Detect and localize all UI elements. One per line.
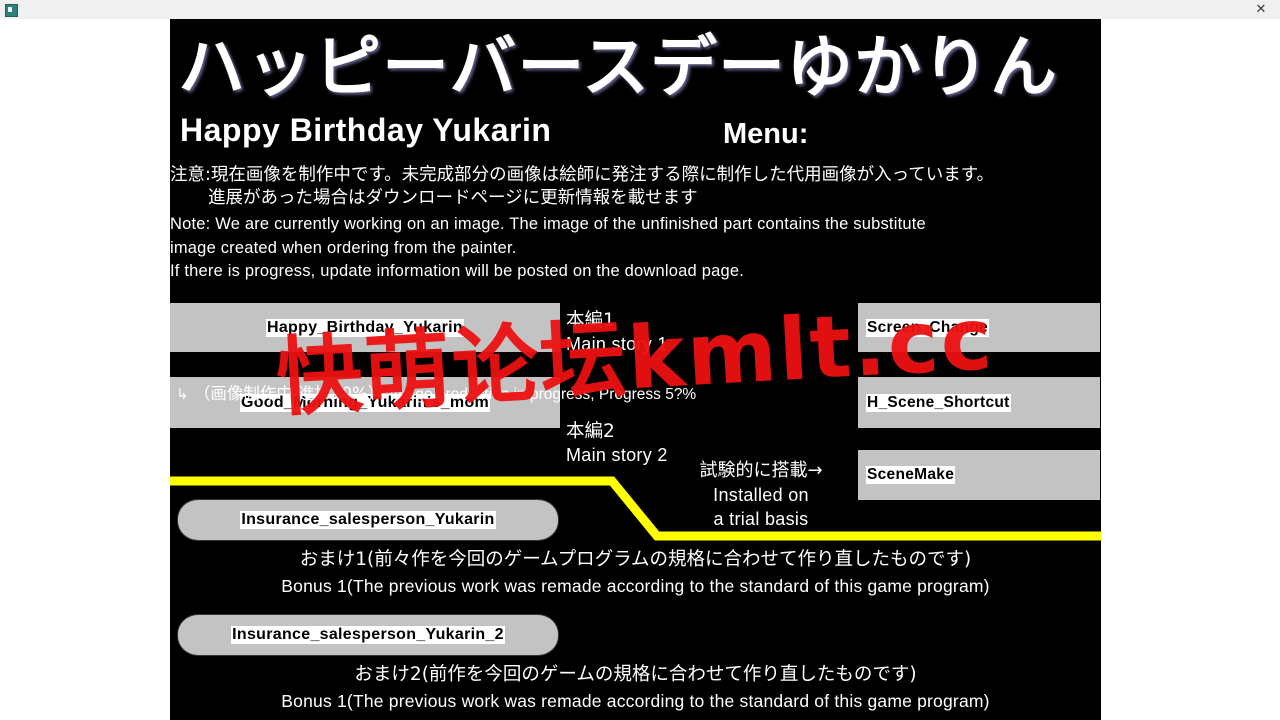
screen-change-button-label: Screen_Change xyxy=(866,318,990,337)
notice-en-line-2: image created when ordering from the pai… xyxy=(170,238,517,257)
bonus-2-caption-en: Bonus 1(The previous work was remade acc… xyxy=(281,691,990,711)
trial-basis-note: 試験的に搭載→ Installed on a trial basis xyxy=(670,459,852,531)
trial-note-en-line-2: a trial basis xyxy=(713,509,809,529)
screen-change-button[interactable]: Screen_Change xyxy=(858,303,1100,352)
scenemake-button[interactable]: SceneMake xyxy=(858,450,1100,500)
bonus-1-button-label: Insurance_salesperson_Yukarin xyxy=(240,511,496,529)
trial-note-jp: 試験的に搭載→ xyxy=(699,460,823,481)
bonus-2-button-label: Insurance_salesperson_Yukarin_2 xyxy=(231,626,505,644)
notice-en-line-1: Note: We are currently working on an ima… xyxy=(170,215,926,233)
bonus-1-caption-jp: おまけ1(前々作を今回のゲームプログラムの規格に合わせて作り直したものです) xyxy=(299,549,972,570)
menu-heading: Menu: xyxy=(723,118,809,150)
happy-birthday-button-label: Happy_Birthday_Yukarin xyxy=(266,318,464,337)
chapter-2-jp: 本編2 xyxy=(566,421,615,442)
h-scene-shortcut-button[interactable]: H_Scene_Shortcut xyxy=(858,377,1100,428)
screen: ✕ ハッピーバースデーゆかりん Happy Birthday Yukarin M… xyxy=(0,0,1280,720)
notice-jp-line-2: 進展があった場合はダウンロードページに更新情報を載せます xyxy=(208,188,698,208)
close-icon[interactable]: ✕ xyxy=(1252,1,1270,18)
h-scene-shortcut-button-label: H_Scene_Shortcut xyxy=(866,393,1011,412)
app-icon xyxy=(5,4,18,17)
bonus-2-caption: おまけ2(前作を今回のゲームの規格に合わせて作り直したものです) Bonus 1… xyxy=(170,661,1101,714)
bonus-1-button[interactable]: Insurance_salesperson_Yukarin xyxy=(178,500,558,540)
bonus-1-caption-en: Bonus 1(The previous work was remade acc… xyxy=(281,576,990,596)
bonus-2-button[interactable]: Insurance_salesperson_Yukarin_2 xyxy=(178,615,558,655)
notice-japanese: 注意:現在画像を制作中です。未完成部分の画像は絵師に発注する際に制作した代用画像… xyxy=(170,164,1101,210)
progress-arrow-icon: ↳ xyxy=(176,385,189,403)
progress-note-jp: （画像制作中 進捗70%） xyxy=(193,384,385,403)
bonus-1-caption: おまけ1(前々作を今回のゲームプログラムの規格に合わせて作り直したものです) B… xyxy=(170,546,1101,599)
page-title-en: Happy Birthday Yukarin xyxy=(180,112,552,148)
desktop-right-margin xyxy=(1101,19,1280,720)
happy-birthday-button[interactable]: Happy_Birthday_Yukarin xyxy=(170,303,560,352)
page-title-jp: ハッピーバースデーゆかりん xyxy=(178,28,1058,106)
window-titlebar: ✕ xyxy=(0,0,1280,20)
chapter-label-main-story-1: 本編1 Main story 1 xyxy=(566,309,668,356)
notice-english: Note: We are currently working on an ima… xyxy=(170,213,1101,284)
desktop-left-margin xyxy=(0,19,170,720)
progress-note-en: Image production in progress, Progress 5… xyxy=(389,386,697,403)
bonus-2-caption-jp: おまけ2(前作を今回のゲームの規格に合わせて作り直したものです) xyxy=(354,664,917,685)
trial-note-en-line-1: Installed on xyxy=(713,485,809,505)
game-canvas: ハッピーバースデーゆかりん Happy Birthday Yukarin Men… xyxy=(170,19,1101,720)
notice-en-line-3: If there is progress, update information… xyxy=(170,262,744,280)
chapter-1-jp: 本編1 xyxy=(566,310,615,331)
chapter-2-en: Main story 2 xyxy=(566,445,668,465)
image-progress-note: ↳ （画像制作中 進捗70%） Image production in prog… xyxy=(176,380,876,404)
scenemake-button-label: SceneMake xyxy=(866,466,956,484)
notice-jp-line-1: 注意:現在画像を制作中です。未完成部分の画像は絵師に発注する際に制作した代用画像… xyxy=(170,165,995,185)
chapter-1-en: Main story 1 xyxy=(566,334,668,354)
chapter-label-main-story-2: 本編2 Main story 2 xyxy=(566,420,668,467)
